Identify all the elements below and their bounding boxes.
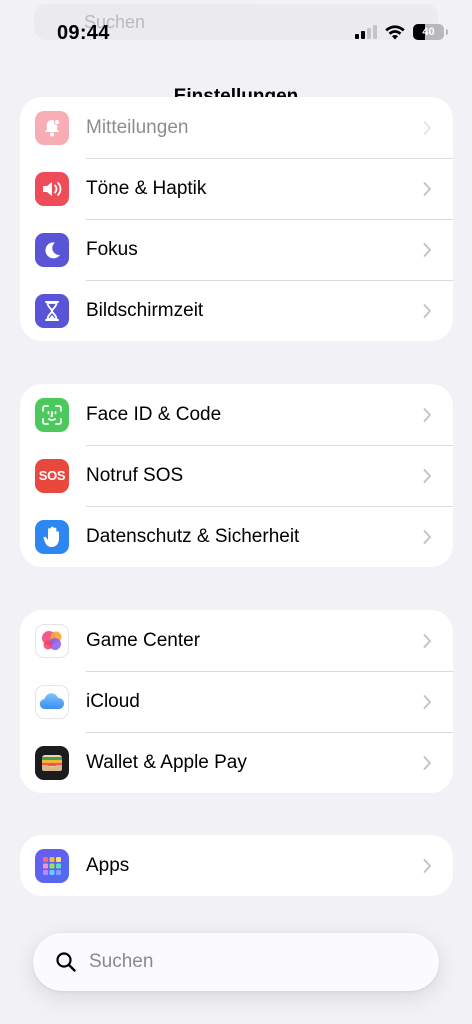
settings-group-notifications: Mitteilungen Töne & Haptik Fokus Bildsch… <box>20 97 453 341</box>
chevron-right-icon <box>423 694 431 709</box>
row-label: Bildschirmzeit <box>86 299 204 321</box>
face-id-icon <box>35 397 69 432</box>
row-label: Datenschutz & Sicherheit <box>86 525 300 547</box>
settings-row-icloud[interactable]: iCloud <box>20 671 453 732</box>
chevron-right-icon <box>423 633 431 648</box>
bell-icon <box>35 110 69 145</box>
moon-icon <box>35 232 69 267</box>
status-time: 09:44 <box>57 22 110 44</box>
status-icons: 40 <box>355 24 448 40</box>
settings-row-toene-haptik[interactable]: Töne & Haptik <box>20 158 453 219</box>
row-label: Game Center <box>86 629 201 651</box>
sos-icon: SOS <box>35 458 69 493</box>
row-label: Face ID & Code <box>86 403 222 425</box>
row-label: Wallet & Apple Pay <box>86 751 247 773</box>
chevron-right-icon <box>423 468 431 483</box>
settings-row-mitteilungen[interactable]: Mitteilungen <box>20 97 453 158</box>
settings-group-services: Game Center iCloud Wallet & Apple Pay <box>20 610 453 793</box>
row-label: Apps <box>86 854 130 876</box>
settings-row-bildschirmzeit[interactable]: Bildschirmzeit <box>20 280 453 341</box>
speaker-icon <box>35 171 69 206</box>
settings-group-security: Face ID & Code SOS Notruf SOS Datenschut… <box>20 384 453 567</box>
row-label: Fokus <box>86 238 138 260</box>
icloud-icon <box>35 684 69 719</box>
chevron-right-icon <box>423 181 431 196</box>
wifi-icon <box>385 24 405 39</box>
apps-grid-icon <box>35 848 69 883</box>
battery-icon: 40 <box>413 24 448 40</box>
settings-row-face-id-code[interactable]: Face ID & Code <box>20 384 453 445</box>
battery-level: 40 <box>422 26 435 38</box>
settings-row-game-center[interactable]: Game Center <box>20 610 453 671</box>
chevron-right-icon <box>423 529 431 544</box>
row-label: iCloud <box>86 690 140 712</box>
chevron-right-icon <box>423 303 431 318</box>
settings-row-notruf-sos[interactable]: SOS Notruf SOS <box>20 445 453 506</box>
chevron-right-icon <box>423 755 431 770</box>
status-bar: 09:44 40 <box>0 0 472 70</box>
settings-row-fokus[interactable]: Fokus <box>20 219 453 280</box>
settings-row-wallet-apple-pay[interactable]: Wallet & Apple Pay <box>20 732 453 793</box>
sos-icon-text: SOS <box>38 468 66 483</box>
chevron-right-icon <box>423 120 431 135</box>
cellular-signal-icon <box>355 25 377 39</box>
row-label: Mitteilungen <box>86 116 189 138</box>
row-label: Notruf SOS <box>86 464 184 486</box>
wallet-icon <box>35 745 69 780</box>
search-input[interactable] <box>89 951 389 973</box>
hourglass-icon <box>35 293 69 328</box>
settings-row-datenschutz-sicherheit[interactable]: Datenschutz & Sicherheit <box>20 506 453 567</box>
chevron-right-icon <box>423 407 431 422</box>
search-icon <box>56 952 76 972</box>
settings-row-apps[interactable]: Apps <box>20 835 453 896</box>
chevron-right-icon <box>423 242 431 257</box>
chevron-right-icon <box>423 858 431 873</box>
row-label: Töne & Haptik <box>86 177 207 199</box>
game-center-icon <box>35 623 69 658</box>
search-bar[interactable] <box>33 933 439 991</box>
settings-group-apps: Apps <box>20 835 453 896</box>
hand-icon <box>35 519 69 554</box>
